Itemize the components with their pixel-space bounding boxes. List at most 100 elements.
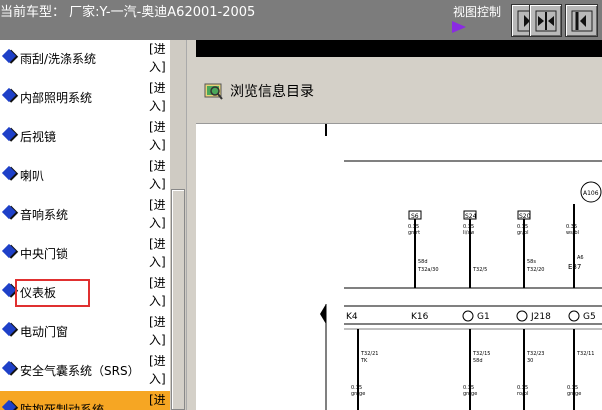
enter-link[interactable]: [进 <box>149 40 166 57</box>
view-control-label: 视图控制 <box>453 5 502 19</box>
browse-catalog-icon <box>204 83 223 100</box>
content-top-bar <box>196 40 602 57</box>
sidebar-item-label: 音响系统 <box>20 208 69 222</box>
enter-link[interactable]: [进 <box>149 235 166 252</box>
fuse-column-4: 0.35 ws/bl A6 E87 <box>566 204 584 288</box>
diamond-bullet-icon <box>1 204 17 220</box>
svg-text:30: 30 <box>527 358 533 364</box>
sidebar-item-central-lock[interactable]: 中央门锁 [进 入] <box>0 235 170 274</box>
enter-link[interactable]: 入] <box>149 97 166 114</box>
sidebar-item-abs[interactable]: 防抱死制动系统 [进 <box>0 391 170 410</box>
svg-text:gn/ge: gn/ge <box>351 391 365 397</box>
enter-link[interactable]: [进 <box>149 391 166 408</box>
enter-link[interactable]: [进 <box>149 313 166 330</box>
svg-text:T32/15: T32/15 <box>472 351 490 357</box>
enter-link[interactable]: 入] <box>149 214 166 231</box>
enter-link[interactable]: 入] <box>149 370 166 387</box>
sidebar-item-label: 内部照明系统 <box>20 91 93 105</box>
enter-link[interactable]: 入] <box>149 175 166 192</box>
view-button-3[interactable] <box>565 4 598 37</box>
sidebar-item-label: 电动门窗 <box>20 325 69 339</box>
enter-link[interactable]: 入] <box>149 253 166 270</box>
diamond-bullet-icon <box>1 87 17 103</box>
sidebar-scrollbar[interactable]: ≡ <box>170 40 350 410</box>
sidebar-item-label: 雨刮/洗涤系统 <box>20 52 97 66</box>
svg-text:ro/bl: ro/bl <box>517 391 528 397</box>
sidebar-item-label: 后视镜 <box>20 130 57 144</box>
sidebar-item-audio[interactable]: 音响系统 [进 入] <box>0 196 170 235</box>
bottom-wires: T32/21 TK 0.35 gn/ge T32/15 58d 0.35 gn/… <box>351 329 594 410</box>
svg-text:T32/5: T32/5 <box>472 267 487 273</box>
diamond-bullet-icon <box>1 126 17 142</box>
svg-text:58s: 58s <box>527 259 536 265</box>
svg-text:S6: S6 <box>411 213 419 220</box>
sidebar-item-wiper[interactable]: 雨刮/洗涤系统 [进 入] <box>0 40 170 79</box>
svg-text:E87: E87 <box>568 263 581 271</box>
svg-text:gr/bl: gr/bl <box>517 230 528 236</box>
split-view-icon <box>535 10 557 32</box>
sidebar-item-interior-lighting[interactable]: 内部照明系统 [进 入] <box>0 79 170 118</box>
svg-text:S24: S24 <box>465 213 477 220</box>
fuse-column-2: S24 0.35 li/sw T32/5 <box>463 210 487 288</box>
split-view-button[interactable] <box>529 4 562 37</box>
svg-text:T32a/30: T32a/30 <box>417 267 439 273</box>
view-control-pointer-icon <box>452 21 466 33</box>
svg-text:A6: A6 <box>577 255 584 261</box>
enter-link[interactable]: 入] <box>149 136 166 153</box>
current-car-model: 当前车型： 厂家:Y-一汽-奥迪A62001-2005 <box>0 5 256 20</box>
svg-text:TK: TK <box>360 358 368 364</box>
sidebar-item-mirror[interactable]: 后视镜 [进 入] <box>0 118 170 157</box>
enter-link[interactable]: 入] <box>149 58 166 75</box>
svg-text:gn/ge: gn/ge <box>567 391 581 397</box>
diamond-bullet-icon <box>1 165 17 181</box>
sidebar-item-label: 防抱死制动系统 <box>20 403 105 410</box>
svg-text:T32/11: T32/11 <box>576 351 594 357</box>
dashboard-highlight-box <box>15 279 90 307</box>
diamond-bullet-icon <box>1 360 17 376</box>
wiring-diagram: A106 S6 0.35 gn/rt 58d T32a/30 S24 0.35 <box>196 124 602 410</box>
component-row: K4 K16 G1 J218 G5 <box>346 310 596 322</box>
sidebar-item-power-windows[interactable]: 电动门窗 [进 入] <box>0 313 170 352</box>
fuse-column-1: S6 0.35 gn/rt 58d T32a/30 <box>408 210 439 288</box>
scroll-thumb[interactable] <box>171 189 185 410</box>
svg-text:li/sw: li/sw <box>463 230 474 236</box>
top-bar: 当前车型： 厂家:Y-一汽-奥迪A62001-2005 视图控制 <box>0 0 602 40</box>
sidebar-system-list: 雨刮/洗涤系统 [进 入] 内部照明系统 [进 入] 后视镜 [进 入] 喇叭 … <box>0 40 170 410</box>
diamond-bullet-icon <box>1 399 17 410</box>
enter-link[interactable]: [进 <box>149 274 166 291</box>
svg-text:T32/20: T32/20 <box>526 267 544 273</box>
svg-text:58d: 58d <box>418 259 428 265</box>
enter-link[interactable]: [进 <box>149 196 166 213</box>
svg-text:K16: K16 <box>411 312 429 322</box>
enter-link[interactable]: [进 <box>149 79 166 96</box>
svg-text:S20: S20 <box>519 213 531 220</box>
svg-text:58d: 58d <box>473 358 483 364</box>
svg-text:G5: G5 <box>583 312 596 322</box>
diamond-bullet-icon <box>1 243 17 259</box>
svg-text:J218: J218 <box>530 312 551 322</box>
diamond-bullet-icon <box>1 282 17 298</box>
sidebar-item-label: 中央门锁 <box>20 247 69 261</box>
content-pane: 浏览信息目录 A106 S6 0.35 gn/rt 58d T32a/30 S2… <box>196 40 602 410</box>
sidebar-item-label: 安全气囊系统（SRS） <box>20 364 140 378</box>
svg-text:K4: K4 <box>346 312 358 322</box>
enter-link[interactable]: 入] <box>149 331 166 348</box>
enter-link[interactable]: [进 <box>149 352 166 369</box>
svg-text:T32/21: T32/21 <box>360 351 378 357</box>
fuse-column-3: S20 0.35 gr/bl 58s T32/20 <box>517 210 544 288</box>
enter-link[interactable]: 入] <box>149 292 166 309</box>
diagram-label: A106 <box>583 190 599 197</box>
enter-link[interactable]: [进 <box>149 157 166 174</box>
pane-splitter[interactable] <box>186 40 196 410</box>
sidebar-item-horn[interactable]: 喇叭 [进 入] <box>0 157 170 196</box>
svg-text:T32/23: T32/23 <box>526 351 544 357</box>
wiring-diagram-svg: A106 S6 0.35 gn/rt 58d T32a/30 S24 0.35 <box>320 124 602 410</box>
diamond-bullet-icon <box>1 48 17 64</box>
sidebar-item-label: 喇叭 <box>20 169 45 183</box>
enter-link[interactable]: [进 <box>149 118 166 135</box>
sidebar-item-airbag[interactable]: 安全气囊系统（SRS） [进 入] <box>0 352 170 391</box>
svg-text:gn/rt: gn/rt <box>408 230 420 236</box>
svg-text:gn/ge: gn/ge <box>463 391 477 397</box>
collapse-left-icon <box>571 10 593 32</box>
content-header: 浏览信息目录 <box>196 57 602 124</box>
